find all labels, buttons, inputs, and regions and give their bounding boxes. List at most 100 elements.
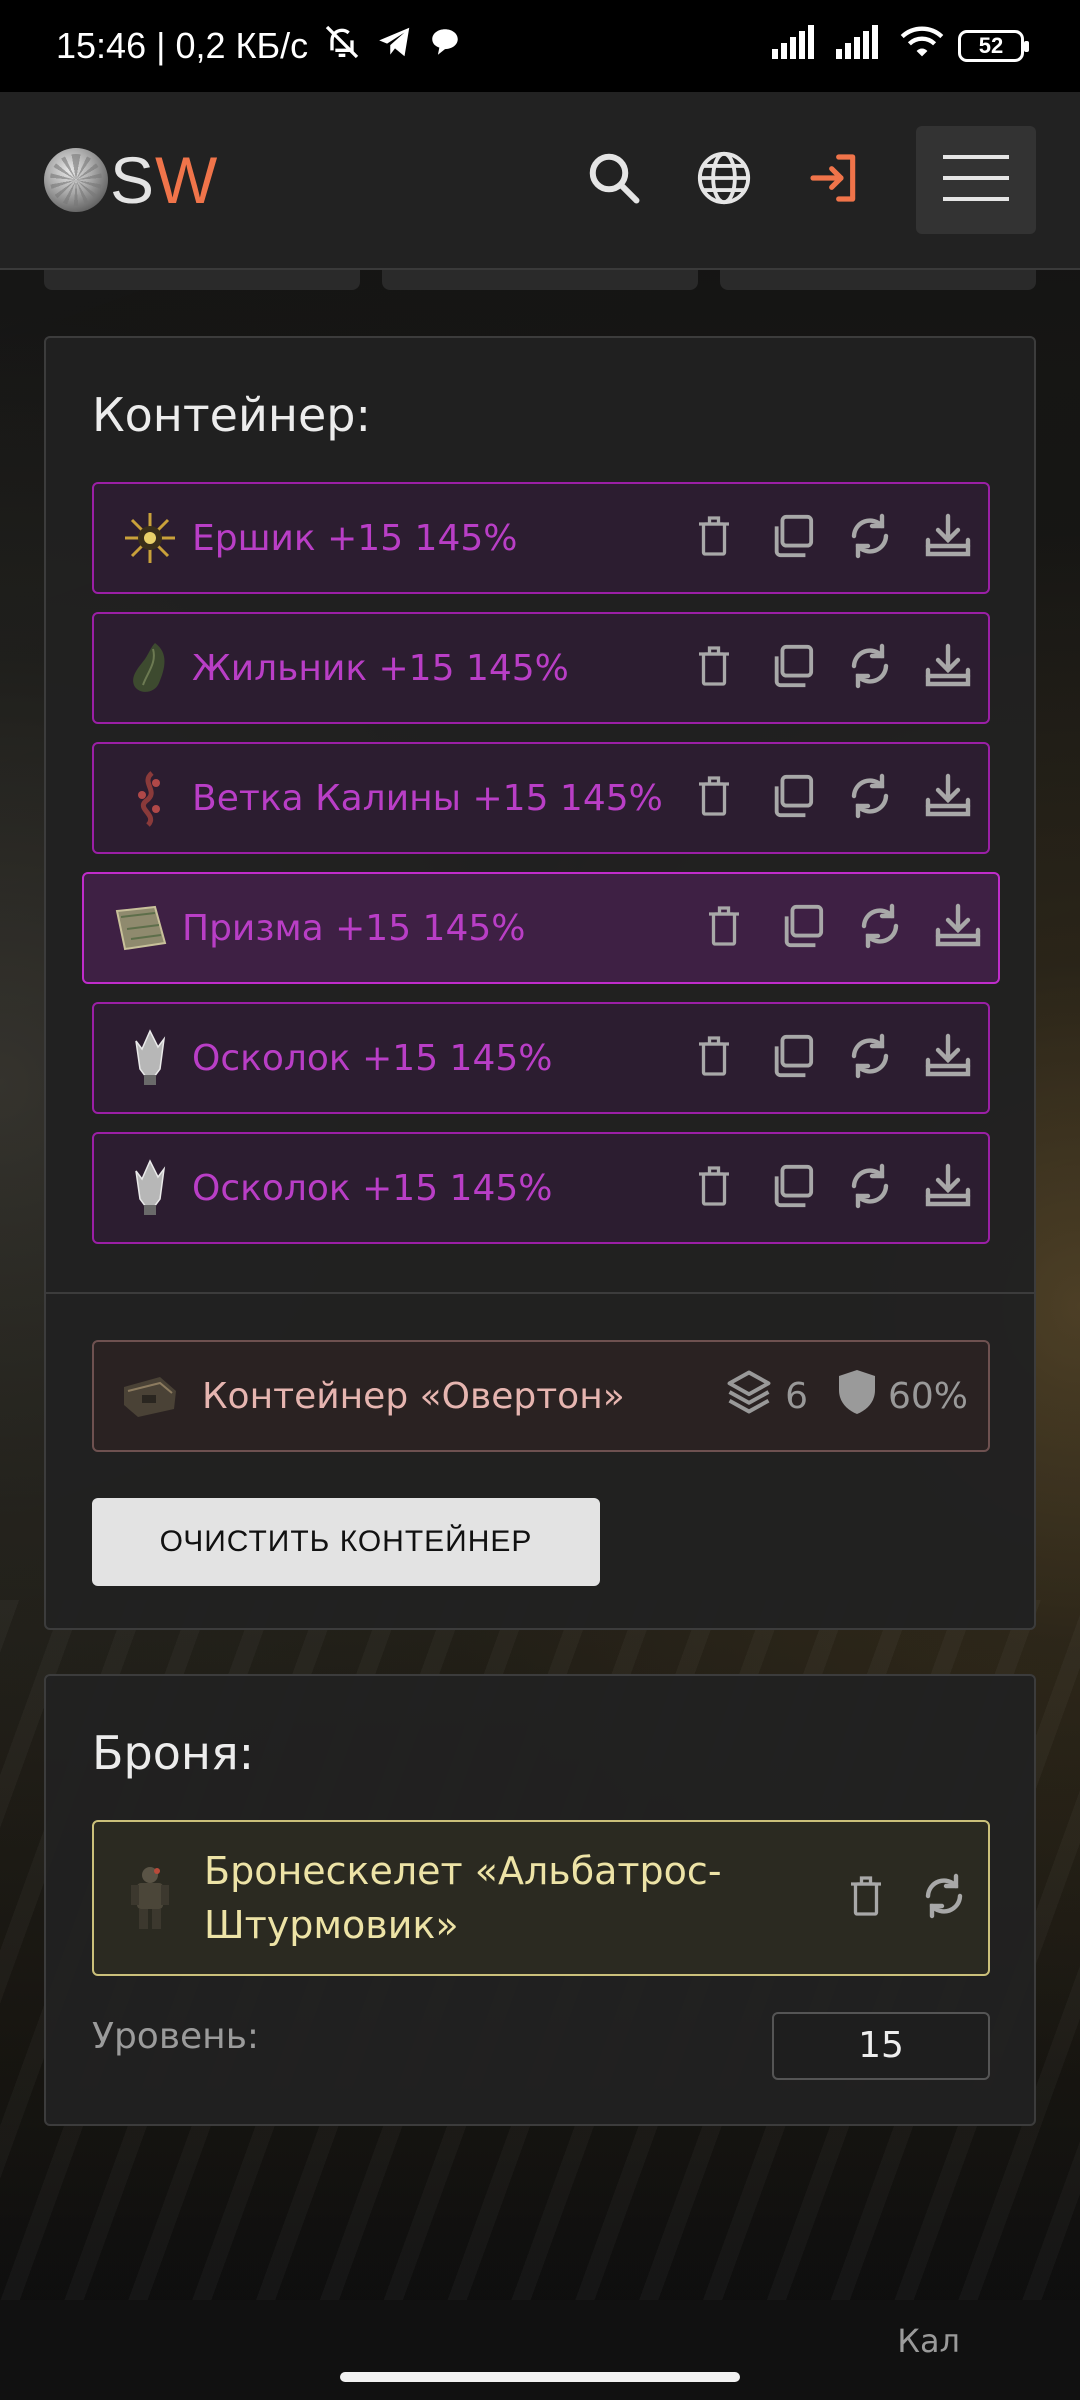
container-panel-title: Контейнер: xyxy=(92,388,371,442)
tab-stub-3[interactable] xyxy=(720,270,1036,290)
item-name: Ветка Калины +15 145% xyxy=(192,777,663,819)
panel-divider xyxy=(46,1292,1034,1294)
download-icon xyxy=(924,642,972,694)
copy-button[interactable] xyxy=(768,1164,816,1212)
download-button[interactable] xyxy=(924,1163,972,1212)
delete-button[interactable] xyxy=(842,1874,890,1922)
urchin-artifact-icon xyxy=(120,508,180,568)
globe-icon xyxy=(695,149,753,211)
replace-button[interactable] xyxy=(846,1032,894,1084)
copy-button[interactable] xyxy=(768,1034,816,1082)
item-name: Осколок +15 145% xyxy=(192,1037,553,1079)
download-icon xyxy=(934,902,982,954)
item-name: Призма +15 145% xyxy=(182,907,526,949)
replace-button[interactable] xyxy=(920,1873,968,1922)
vein-artifact-icon xyxy=(120,638,180,698)
copy-icon xyxy=(779,903,825,953)
protection-value: 60% xyxy=(887,1375,968,1417)
copy-button[interactable] xyxy=(778,904,826,952)
prism-artifact-icon xyxy=(110,898,170,958)
replace-button[interactable] xyxy=(846,772,894,824)
login-icon xyxy=(806,150,862,210)
armor-panel-title: Броня: xyxy=(92,1726,255,1780)
home-indicator[interactable] xyxy=(340,2372,740,2382)
copy-icon xyxy=(769,1163,815,1213)
download-button[interactable] xyxy=(924,512,972,564)
delete-button[interactable] xyxy=(690,644,738,692)
trash-icon xyxy=(696,774,732,822)
download-button[interactable] xyxy=(924,642,972,694)
download-button[interactable] xyxy=(924,772,972,824)
menu-button[interactable] xyxy=(916,126,1036,234)
delete-button[interactable] xyxy=(690,1034,738,1082)
copy-button[interactable] xyxy=(768,514,816,562)
armor-name: Бронескелет «Альбатрос- Штурмовик» xyxy=(204,1849,722,1947)
search-button[interactable] xyxy=(568,134,660,226)
copy-icon xyxy=(769,1033,815,1083)
shield-icon xyxy=(836,1368,878,1425)
refresh-icon xyxy=(846,642,894,694)
download-button[interactable] xyxy=(924,1033,972,1082)
download-button[interactable] xyxy=(934,902,982,954)
signal-icon xyxy=(772,24,822,68)
refresh-icon xyxy=(846,1032,894,1084)
level-label: Уровень: xyxy=(92,2016,260,2057)
container-summary[interactable]: Контейнер «Овертон» 6 60% xyxy=(92,1340,990,1452)
delete-button[interactable] xyxy=(690,774,738,822)
site-header: SW xyxy=(0,92,1080,270)
tab-stub-1[interactable] xyxy=(44,270,360,290)
armor-item[interactable]: Бронескелет «Альбатрос- Штурмовик» xyxy=(92,1820,990,1976)
delete-button[interactable] xyxy=(690,514,738,562)
login-button[interactable] xyxy=(788,134,880,226)
bottom-bar-text[interactable]: Кал xyxy=(897,2322,960,2360)
refresh-icon xyxy=(846,512,894,564)
language-button[interactable] xyxy=(678,134,770,226)
exoskeleton-icon xyxy=(120,1867,180,1929)
replace-button[interactable] xyxy=(846,1162,894,1214)
replace-button[interactable] xyxy=(846,642,894,694)
battery-indicator: 52 xyxy=(958,30,1029,62)
container-item[interactable]: Осколок +15 145% xyxy=(92,1002,990,1114)
item-name: Ершик +15 145% xyxy=(192,517,518,559)
logo-globe-icon xyxy=(44,148,108,212)
tab-stub-2[interactable] xyxy=(382,270,698,290)
telegram-icon xyxy=(376,23,414,70)
container-protection: 60% xyxy=(836,1368,968,1425)
copy-button[interactable] xyxy=(768,774,816,822)
mute-bell-icon xyxy=(322,22,362,71)
container-item[interactable]: Ветка Калины +15 145% xyxy=(92,742,990,854)
clear-container-button[interactable]: ОЧИСТИТЬ КОНТЕЙНЕР xyxy=(92,1498,600,1586)
download-icon xyxy=(924,772,972,824)
delete-button[interactable] xyxy=(700,904,748,952)
signal-icon-2 xyxy=(836,24,886,68)
site-logo[interactable]: SW xyxy=(44,142,218,218)
refresh-icon xyxy=(846,772,894,824)
trash-icon xyxy=(696,644,732,692)
status-bar: 15:46 | 0,2 КБ/с 52 xyxy=(0,0,1080,92)
item-name: Осколок +15 145% xyxy=(192,1167,553,1209)
logo-letter-s: S xyxy=(110,143,156,217)
replace-button[interactable] xyxy=(846,512,894,564)
refresh-icon xyxy=(846,1162,894,1214)
container-slots: 6 xyxy=(723,1366,808,1427)
menu-icon xyxy=(941,153,1011,207)
container-item[interactable]: Осколок +15 145% xyxy=(92,1132,990,1244)
trash-icon xyxy=(848,1874,884,1922)
viburnum-branch-icon xyxy=(120,768,180,828)
container-item[interactable]: Жильник +15 145% xyxy=(92,612,990,724)
copy-button[interactable] xyxy=(768,644,816,692)
level-input[interactable]: 15 xyxy=(772,2012,990,2080)
delete-button[interactable] xyxy=(690,1164,738,1212)
logo-letter-w: W xyxy=(155,143,219,217)
copy-icon xyxy=(769,773,815,823)
trash-icon xyxy=(696,514,732,562)
bottom-bar: Кал xyxy=(0,2300,1080,2400)
replace-button[interactable] xyxy=(856,903,904,952)
container-item[interactable]: Ершик +15 145% xyxy=(92,482,990,594)
wifi-icon xyxy=(900,24,944,69)
download-icon xyxy=(924,512,972,564)
container-item[interactable]: Призма +15 145% xyxy=(82,872,1000,984)
item-name: Жильник +15 145% xyxy=(192,647,569,689)
chat-bubble-icon xyxy=(428,25,462,68)
shard-artifact-icon xyxy=(120,1158,180,1218)
